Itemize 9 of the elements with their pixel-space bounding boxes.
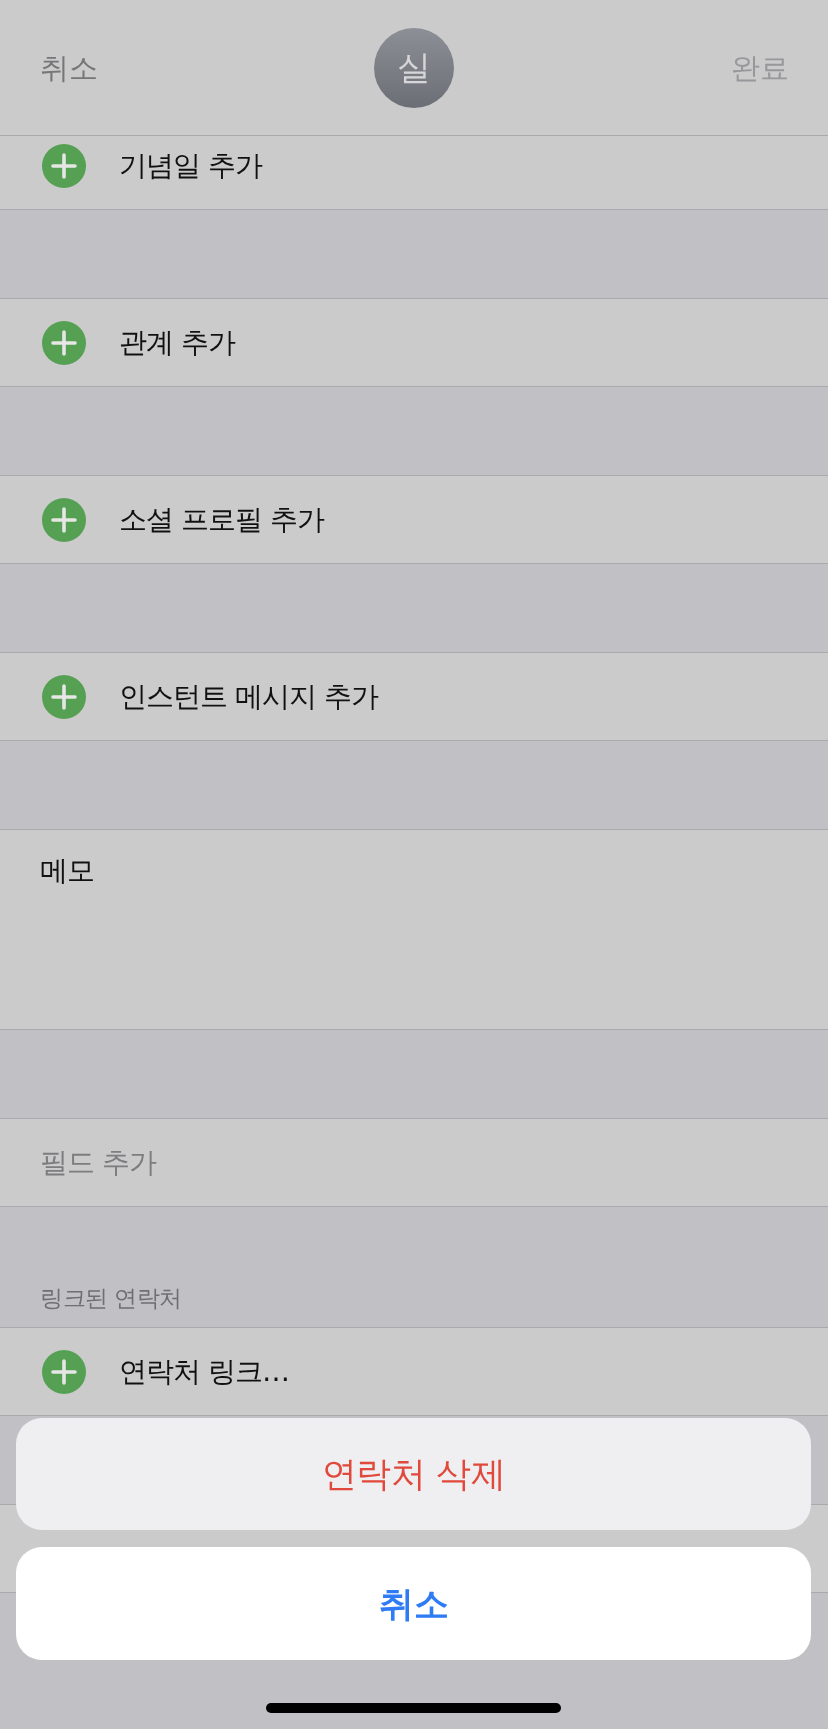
plus-icon: [42, 497, 86, 542]
avatar: 실: [374, 27, 454, 108]
delete-button[interactable]: 연락처 삭제: [16, 1418, 811, 1530]
cancel-button[interactable]: 취소: [16, 1547, 811, 1660]
section-header: 링크된 연락처: [40, 1284, 182, 1313]
plus-icon: [42, 144, 86, 188]
plus-icon: [42, 320, 86, 365]
plus-icon: [42, 1349, 86, 1394]
plus-icon: [42, 674, 86, 719]
